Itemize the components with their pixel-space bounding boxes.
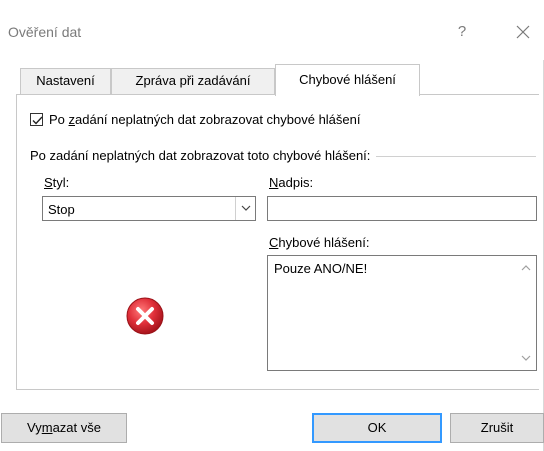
tab-input-message[interactable]: Zpráva při zadávání <box>111 68 275 94</box>
error-message-text: Pouze ANO/NE! <box>274 261 368 276</box>
style-label: Styl: <box>44 175 70 190</box>
style-select-value: Stop <box>48 202 75 217</box>
data-validation-dialog: Ověření dat ? Nastavení Zpráva při zadáv… <box>0 0 544 451</box>
title-bar: Ověření dat ? <box>0 0 544 60</box>
tab-strip: Nastavení Zpráva při zadávání Chybové hl… <box>0 64 544 96</box>
title-label: Nadpis: <box>269 175 314 190</box>
clear-all-button[interactable]: Vymazat vše <box>1 413 127 443</box>
scroll-up-icon[interactable] <box>520 262 532 274</box>
error-message-textarea[interactable]: Pouze ANO/NE! <box>267 255 537 371</box>
show-error-alert-row[interactable]: Po zadání neplatných dat zobrazovat chyb… <box>30 110 361 128</box>
close-icon[interactable] <box>508 17 538 47</box>
scroll-down-icon[interactable] <box>520 352 532 364</box>
dialog-title: Ověření dat <box>8 24 82 40</box>
tab-settings[interactable]: Nastavení <box>20 68 111 94</box>
style-select[interactable]: Stop <box>42 196 256 221</box>
help-button[interactable]: ? <box>448 18 476 46</box>
error-stop-icon <box>125 296 165 336</box>
error-message-label: Chybové hlášení: <box>269 235 370 250</box>
checkmark-icon <box>32 116 43 125</box>
show-error-alert-label: Po zadání neplatných dat zobrazovat chyb… <box>49 111 361 127</box>
tab-error-alert[interactable]: Chybové hlášení <box>275 64 420 96</box>
chevron-down-icon[interactable] <box>235 197 255 220</box>
cancel-button[interactable]: Zrušit <box>450 413 544 443</box>
group-label: Po zadání neplatných dat zobrazovat toto… <box>30 148 377 163</box>
error-message-group: Po zadání neplatných dat zobrazovat toto… <box>30 148 536 164</box>
ok-button[interactable]: OK <box>312 413 442 443</box>
title-input[interactable] <box>267 196 537 221</box>
show-error-alert-checkbox[interactable] <box>30 112 43 126</box>
